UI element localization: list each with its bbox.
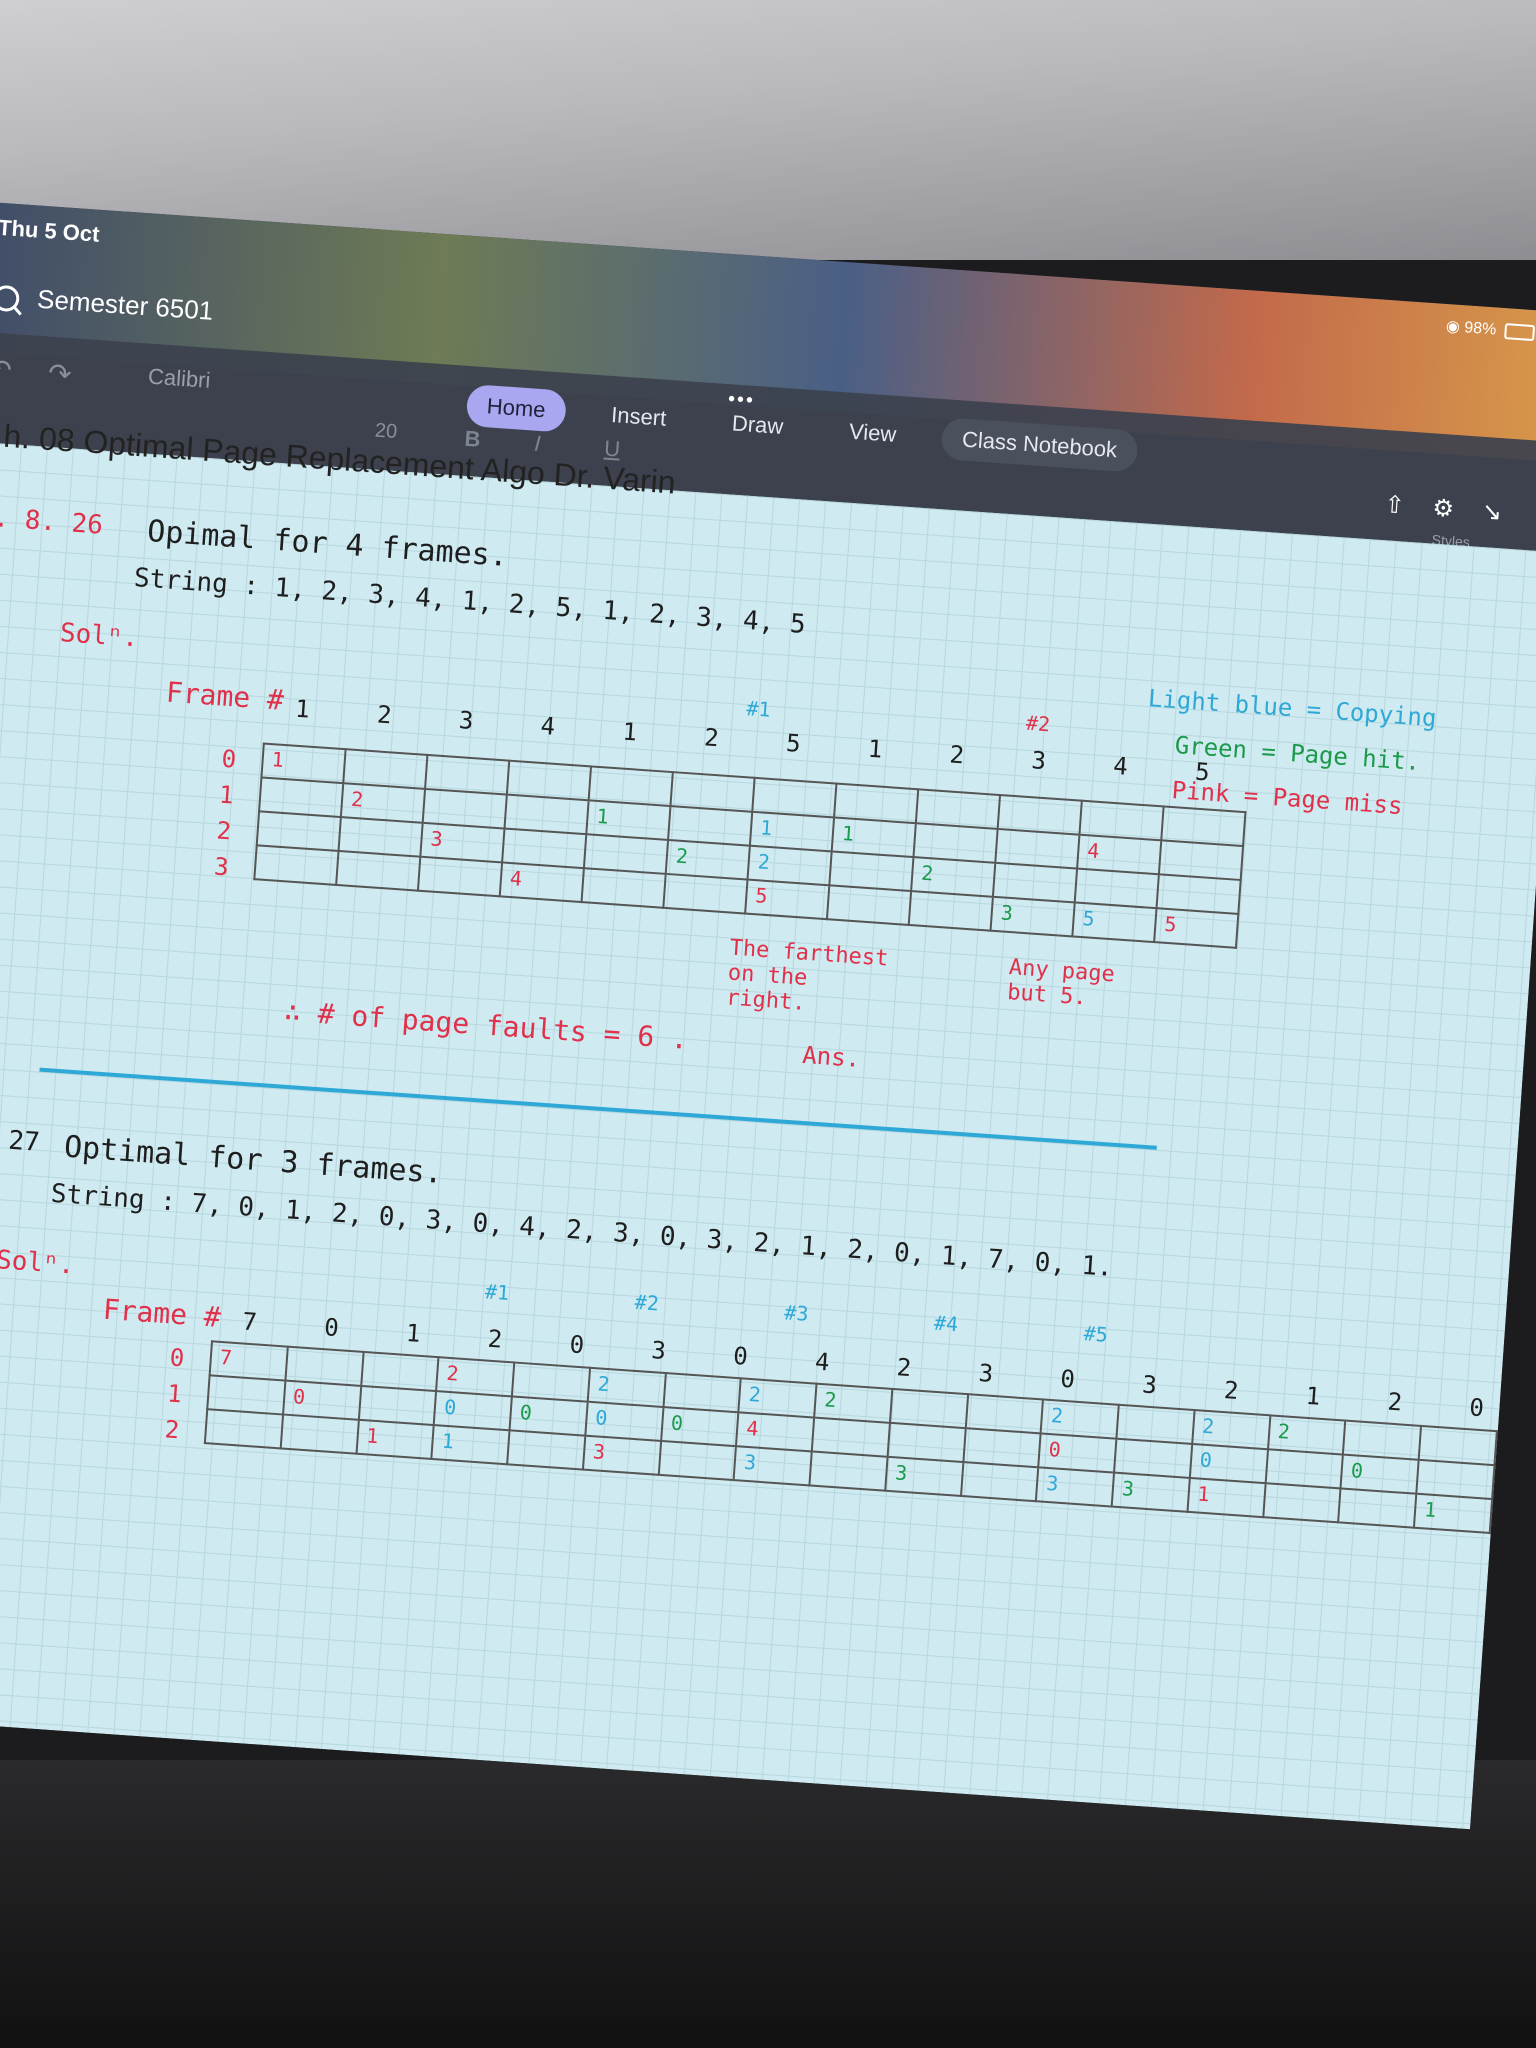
ref-826-7: 1 bbox=[866, 734, 884, 764]
undo-icon[interactable]: ↶ bbox=[0, 352, 13, 387]
ref-826-4: 1 bbox=[621, 717, 638, 747]
solution-label-826: Solⁿ. bbox=[58, 618, 140, 654]
row-label-827-0: 0 bbox=[168, 1343, 186, 1373]
ref-827-15: 0 bbox=[1468, 1393, 1485, 1423]
marker-827-3: #4 bbox=[933, 1310, 959, 1337]
ref-826-2: 3 bbox=[457, 706, 475, 736]
ref-826-9: 3 bbox=[1030, 746, 1047, 776]
ref-826-6: 5 bbox=[785, 728, 802, 758]
row-label-826-2: 2 bbox=[215, 816, 233, 846]
app-window: Thu 5 Oct ◉ 98% Semester 6501 ↶ ↷ Calibr… bbox=[0, 200, 1536, 1830]
frame-table-827: 72222222 000004000 113333311 bbox=[204, 1340, 1498, 1534]
ref-827-11: 3 bbox=[1141, 1370, 1158, 1400]
ref-827-4: 0 bbox=[568, 1330, 586, 1360]
battery-percent: 98% bbox=[1463, 319, 1497, 339]
row-label-826-1: 1 bbox=[218, 780, 235, 810]
marker-1: #1 bbox=[745, 696, 772, 722]
tab-view[interactable]: View bbox=[828, 409, 918, 457]
frame-label-826: Frame # bbox=[165, 675, 286, 717]
page-faults-result: ∴ # of page faults = 6 . bbox=[283, 994, 689, 1056]
ref-827-2: 1 bbox=[405, 1318, 422, 1348]
reference-string-826: String : 1, 2, 3, 4, 1, 2, 5, 1, 2, 3, 4… bbox=[133, 563, 807, 640]
font-name-field[interactable]: Calibri bbox=[147, 364, 211, 394]
tab-insert[interactable]: Insert bbox=[590, 393, 688, 442]
ref-827-5: 3 bbox=[650, 1336, 667, 1366]
ref-826-10: 4 bbox=[1112, 751, 1129, 781]
row-label-827-2: 2 bbox=[163, 1415, 181, 1445]
ref-826-3: 4 bbox=[539, 711, 557, 741]
section-divider bbox=[39, 1067, 1157, 1150]
problem-label-826: P. 8. 26 bbox=[0, 502, 104, 541]
ref-827-13: 1 bbox=[1304, 1381, 1322, 1411]
ref-826-0: 1 bbox=[294, 694, 311, 724]
row-label-827-1: 1 bbox=[166, 1379, 183, 1409]
projected-screen: Thu 5 Oct ◉ 98% Semester 6501 ↶ ↷ Calibr… bbox=[0, 200, 1536, 1871]
marker-827-4: #5 bbox=[1082, 1321, 1109, 1347]
problem-heading-827: Optimal for 3 frames. bbox=[62, 1129, 444, 1191]
ref-827-1: 0 bbox=[323, 1313, 340, 1343]
problem-label-827: P. 8. 27 bbox=[0, 1119, 41, 1158]
wifi-icon: ◉ bbox=[1445, 317, 1461, 336]
row-label-826-3: 3 bbox=[213, 852, 230, 882]
problem-heading-826: Opimal for 4 frames. bbox=[146, 513, 509, 575]
legend-green: Green = Page hit. bbox=[1173, 731, 1421, 777]
marker-827-2: #3 bbox=[783, 1300, 810, 1326]
redo-icon[interactable]: ↷ bbox=[47, 357, 73, 392]
marker-827-0: #1 bbox=[484, 1279, 511, 1305]
tab-home[interactable]: Home bbox=[465, 383, 567, 433]
frame-label-827: Frame # bbox=[101, 1292, 222, 1334]
note-page[interactable]: h. 08 Optimal Page Replacement Algo Dr. … bbox=[0, 418, 1536, 1830]
note-farthest: The farthest on the right. bbox=[725, 935, 890, 1016]
answer-label: Ans. bbox=[801, 1040, 862, 1073]
ref-826-5: 2 bbox=[703, 723, 720, 753]
ref-827-10: 0 bbox=[1059, 1364, 1076, 1394]
ref-827-9: 3 bbox=[977, 1358, 995, 1388]
marker-827-1: #2 bbox=[633, 1289, 660, 1316]
ref-827-6: 0 bbox=[732, 1341, 749, 1371]
ref-827-0: 7 bbox=[241, 1307, 258, 1337]
search-icon[interactable] bbox=[0, 284, 21, 313]
tab-draw[interactable]: Draw bbox=[711, 401, 805, 449]
battery-icon bbox=[1504, 322, 1536, 341]
ref-827-14: 2 bbox=[1386, 1387, 1404, 1417]
note-any-page: Any page but 5. bbox=[1006, 955, 1116, 1011]
ref-827-12: 2 bbox=[1223, 1376, 1240, 1406]
ref-826-1: 2 bbox=[376, 700, 393, 730]
legend-light-blue: Light blue = Copying bbox=[1147, 684, 1438, 733]
row-label-826-0: 0 bbox=[220, 744, 238, 774]
marker-2: #2 bbox=[1025, 710, 1052, 737]
ref-827-8: 2 bbox=[895, 1353, 913, 1383]
ref-827-7: 4 bbox=[814, 1347, 831, 1377]
frame-table-826: 1 21114 3222 45355 bbox=[253, 742, 1246, 948]
ref-826-8: 2 bbox=[948, 740, 966, 770]
solution-label-827: Solⁿ. bbox=[0, 1245, 76, 1281]
reference-string-827: String : 7, 0, 1, 2, 0, 3, 0, 4, 2, 3, 0… bbox=[49, 1178, 1114, 1283]
ref-827-3: 2 bbox=[486, 1324, 504, 1354]
